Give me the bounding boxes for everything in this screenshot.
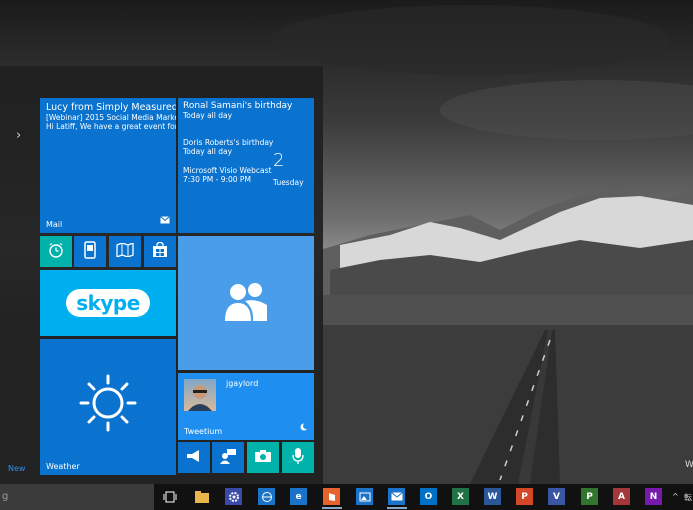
photos-icon[interactable] — [356, 488, 373, 505]
expand-chevron-icon[interactable]: › — [16, 128, 21, 143]
map-icon — [116, 242, 134, 261]
tray-chevron-icon[interactable]: ^ — [672, 492, 679, 501]
mail-app-icon[interactable] — [388, 488, 405, 505]
sun-icon — [78, 373, 138, 437]
microphone-icon — [292, 447, 304, 469]
calendar-event-3-title: Microsoft Visio Webcast — [183, 166, 272, 175]
task-view-icon[interactable] — [161, 488, 178, 505]
camera-tile[interactable] — [247, 442, 279, 473]
alarm-clock-icon — [48, 242, 64, 262]
contacts-icon — [219, 448, 237, 468]
visio-icon[interactable]: V — [548, 488, 565, 505]
envelope-icon — [160, 209, 170, 228]
file-explorer-icon[interactable] — [193, 488, 210, 505]
weather-tile-label: Weather — [46, 462, 80, 471]
calendar-event-1-time: Today all day — [183, 111, 233, 120]
desktop-watermark: W — [685, 460, 693, 470]
network-icon[interactable] — [258, 488, 275, 505]
new-label: New — [8, 464, 26, 473]
store-bag-icon — [152, 241, 168, 262]
outlook-icon[interactable]: O — [420, 488, 437, 505]
calendar-day-name: Tuesday — [273, 178, 304, 187]
alarms-tile[interactable] — [40, 236, 72, 267]
phone-tile[interactable] — [74, 236, 106, 267]
moon-icon — [300, 416, 309, 435]
calendar-date-number: 2 — [273, 150, 285, 171]
mail-preview: Hi Latiff, We have a great event for yo — [46, 122, 176, 131]
maps-tile[interactable] — [109, 236, 141, 267]
people-icon — [223, 281, 269, 325]
mail-subject: [Webinar] 2015 Social Media Marketin — [46, 113, 176, 122]
calendar-event-2-title: Doris Roberts's birthday — [183, 138, 274, 147]
avatar — [184, 379, 216, 411]
messaging-tile[interactable] — [212, 442, 244, 473]
weather-tile[interactable]: Weather — [40, 339, 176, 475]
calendar-event-1-title: Ronal Samani's birthday — [183, 101, 293, 111]
powerpoint-icon[interactable]: P — [516, 488, 533, 505]
excel-icon[interactable]: X — [452, 488, 469, 505]
announcer-tile[interactable] — [178, 442, 210, 473]
search-box[interactable]: g — [0, 484, 154, 510]
tweetium-tile-label: Tweetium — [184, 427, 223, 436]
skype-logo: skype — [66, 289, 150, 317]
people-tile[interactable] — [178, 236, 314, 370]
tweet-username: jgaylord — [226, 379, 259, 388]
skype-tile[interactable]: skype — [40, 270, 176, 336]
voice-recorder-tile[interactable] — [282, 442, 314, 473]
tweetium-tile[interactable]: jgaylord Tweetium — [178, 373, 314, 440]
camera-icon — [254, 448, 272, 467]
onenote-icon[interactable]: N — [645, 488, 662, 505]
access-icon[interactable]: A — [613, 488, 630, 505]
megaphone-icon — [185, 448, 203, 467]
running-indicator — [322, 507, 342, 509]
store-tile[interactable] — [144, 236, 176, 267]
internet-explorer-icon[interactable]: e — [290, 488, 307, 505]
word-icon[interactable]: W — [484, 488, 501, 505]
project-icon[interactable]: P — [581, 488, 598, 505]
mail-tile[interactable]: Lucy from Simply Measured [Webinar] 2015… — [40, 98, 176, 233]
ime-indicator[interactable]: 転 — [684, 492, 692, 503]
settings-gear-icon[interactable] — [225, 488, 242, 505]
calendar-event-2-time: Today all day — [183, 147, 233, 156]
running-indicator — [387, 507, 407, 509]
phone-icon — [84, 240, 96, 263]
mail-sender: Lucy from Simply Measured — [46, 102, 176, 113]
mail-tile-label: Mail — [46, 220, 63, 229]
calendar-tile[interactable]: Ronal Samani's birthday Today all day Do… — [178, 98, 314, 233]
office-hub-icon[interactable] — [323, 488, 340, 505]
